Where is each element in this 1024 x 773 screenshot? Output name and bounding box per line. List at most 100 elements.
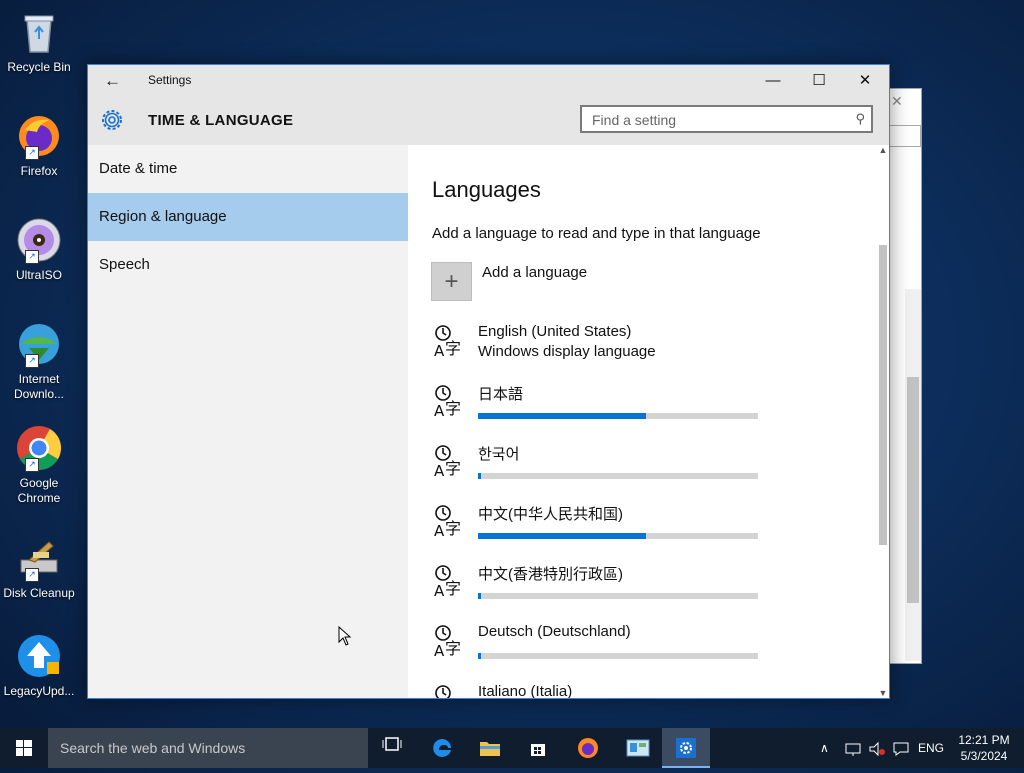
store-taskbar-button[interactable] (514, 728, 562, 768)
clock[interactable]: 12:21 PM 5/3/2024 (950, 732, 1018, 764)
taskbar-search-input[interactable]: Search the web and Windows (48, 728, 368, 768)
svg-text:A: A (434, 522, 445, 539)
close-icon[interactable]: ✕ (891, 93, 903, 110)
shortcut-arrow-icon: ↗ (25, 354, 39, 368)
scroll-up-icon[interactable]: ▲ (877, 145, 889, 155)
scroll-down-icon[interactable]: ▼ (877, 688, 889, 698)
language-item[interactable]: A 字中文(香港特別行政區) (432, 563, 792, 619)
action-center-icon[interactable] (892, 728, 910, 768)
desktop-icon-label-line1: Google (19, 476, 59, 490)
svg-text:字: 字 (445, 579, 461, 598)
progress-fill (478, 473, 481, 479)
content-scrollbar[interactable]: ▲ ▼ (877, 145, 889, 698)
shortcut-arrow-icon: ↗ (25, 250, 39, 264)
section-description: Add a language to read and type in that … (432, 225, 761, 242)
search-icon[interactable]: ⚲ (855, 111, 865, 127)
shortcut-arrow-icon: ↗ (25, 458, 39, 472)
title-bar[interactable]: ← Settings — ☐ ✕ (88, 65, 889, 97)
progress-fill (478, 413, 646, 419)
minimize-button[interactable]: — (750, 65, 796, 97)
shortcut-arrow-icon: ↗ (25, 568, 39, 582)
add-language-label[interactable]: Add a language (482, 264, 587, 281)
windows-logo-icon (16, 740, 32, 756)
desktop-icon-label: LegacyUpd... (3, 684, 75, 698)
chrome-icon: ↗ (15, 424, 63, 472)
sidebar-item-date-time[interactable]: Date & time (88, 145, 408, 193)
language-item[interactable]: A字 Italiano (Italia) (432, 683, 792, 698)
desktop-icon-recycle-bin[interactable]: Recycle Bin (2, 8, 76, 75)
search-icon[interactable] (889, 125, 921, 147)
task-view-button[interactable] (368, 728, 416, 768)
close-button[interactable]: ✕ (842, 65, 888, 97)
disk-cleanup-icon: ↗ (15, 534, 63, 582)
sidebar: Date & time Region & language Speech (88, 145, 408, 698)
back-arrow-icon[interactable]: ← (104, 71, 121, 91)
sidebar-item-region-language[interactable]: Region & language (88, 193, 408, 241)
language-download-progress (478, 473, 758, 479)
add-language-button[interactable]: + (431, 262, 472, 301)
language-subtitle: Windows display language (478, 343, 656, 360)
idm-icon: ↗ (15, 320, 63, 368)
scrollbar[interactable] (905, 289, 921, 661)
language-item[interactable]: A 字日本語 (432, 383, 792, 439)
network-icon[interactable] (844, 728, 862, 768)
desktop-icon-disk-cleanup[interactable]: ↗ Disk Cleanup (2, 534, 76, 601)
edge-taskbar-button[interactable] (418, 728, 466, 768)
firefox-taskbar-button[interactable] (564, 728, 612, 768)
desktop-icon-label: Recycle Bin (7, 60, 71, 74)
mouse-cursor-icon (338, 625, 352, 651)
language-icon: A字 (432, 683, 468, 698)
folder-icon (480, 741, 500, 756)
language-name: 中文(中华人民共和国) (478, 506, 623, 523)
file-explorer-taskbar-button[interactable] (466, 728, 514, 768)
language-item[interactable]: A 字 Deutsch (Deutschland) (432, 623, 792, 679)
language-icon: A字 (432, 563, 468, 600)
language-name: Italiano (Italia) (478, 683, 573, 698)
scrollbar-thumb[interactable] (879, 245, 887, 545)
desktop-icon-firefox[interactable]: ↗ Firefox (2, 112, 76, 179)
language-icon: A字 (432, 623, 468, 660)
language-download-progress (478, 593, 758, 599)
language-item[interactable]: A 字 English (United States) Windows display… (432, 323, 792, 379)
gear-icon (99, 107, 125, 133)
page-title: TIME & LANGUAGE (148, 112, 294, 129)
language-download-progress (478, 413, 758, 419)
shortcut-arrow-icon: ↗ (25, 146, 39, 160)
content-pane: Languages Add a language to read and typ… (408, 145, 889, 698)
desktop-icon-label-line1: Internet (18, 372, 60, 386)
sidebar-item-speech[interactable]: Speech (88, 241, 408, 289)
clock-time: 12:21 PM (958, 733, 1010, 747)
svg-text:A: A (434, 462, 445, 479)
language-item[interactable]: A 字中文(中华人民共和国) (432, 503, 792, 559)
language-name: 日本語 (478, 386, 524, 403)
language-item[interactable]: A 字 한국어 (432, 443, 792, 499)
desktop-icon-label: UltraISO (15, 268, 62, 282)
desktop-icon-legacy-update[interactable]: LegacyUpd... (2, 632, 76, 699)
input-language-indicator[interactable]: ENG (918, 728, 944, 768)
desktop-icon-google-chrome[interactable]: ↗ Google Chrome (2, 424, 76, 506)
maximize-button[interactable]: ☐ (796, 65, 842, 97)
edge-icon (433, 738, 451, 757)
start-button[interactable] (0, 728, 48, 768)
search-placeholder: Find a setting (592, 112, 677, 128)
desktop-icon-internet-download-manager[interactable]: ↗ Internet Downlo... (2, 320, 76, 402)
search-input[interactable]: Find a setting ⚲ (580, 105, 873, 133)
task-view-icon (382, 737, 402, 751)
svg-text:字: 字 (445, 519, 461, 538)
language-icon: A字 (432, 503, 468, 540)
language-download-progress (478, 533, 758, 539)
chevron-up-icon[interactable]: ∧ (820, 728, 829, 768)
svg-text:字: 字 (445, 399, 461, 418)
desktop-icon-label: Firefox (20, 164, 58, 178)
control-panel-taskbar-button[interactable] (614, 728, 662, 768)
language-name: Deutsch (Deutschland) (478, 623, 631, 640)
svg-text:A: A (434, 582, 445, 599)
desktop-icon-ultraiso[interactable]: ↗ UltraISO (2, 216, 76, 283)
svg-text:A: A (434, 642, 445, 659)
volume-muted-icon[interactable] (868, 728, 886, 768)
clock-date: 5/3/2024 (960, 749, 1008, 763)
settings-taskbar-button[interactable] (662, 728, 710, 768)
ultraiso-icon: ↗ (15, 216, 63, 264)
scrollbar-thumb[interactable] (907, 377, 919, 603)
plus-icon: + (444, 268, 459, 295)
